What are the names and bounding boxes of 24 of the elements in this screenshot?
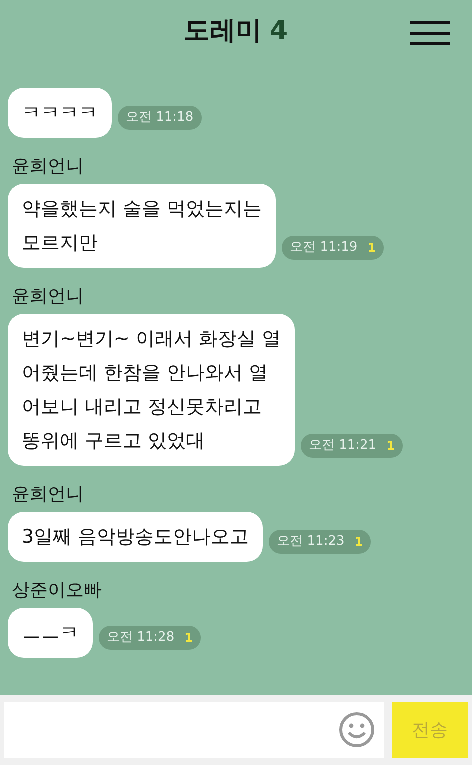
- sender-name: 윤희언니: [11, 286, 85, 308]
- sender-name: 윤희언니: [11, 156, 85, 178]
- menu-button[interactable]: [410, 18, 450, 48]
- sender-name: 윤희언니: [11, 484, 85, 506]
- unread-count: 1: [184, 630, 193, 647]
- message-bubble: 약을했는지 술을 먹었는지는 모르지만: [8, 184, 276, 268]
- message-bubble: 3일째 음악방송도안나오고: [8, 512, 264, 562]
- message-time: 오전 11:19: [290, 239, 358, 258]
- member-count: 4: [270, 14, 288, 48]
- send-button[interactable]: 전송: [392, 702, 468, 758]
- message-time: 오전 11:21: [308, 437, 377, 456]
- chat-title: 도레미: [184, 14, 262, 48]
- message-time: 오전 11:28: [107, 629, 175, 648]
- message-bubble: 변기~변기~ 이래서 화장실 열 어줬는데 한참을 안나와서 열 어보니 내리고 정신못차리고 똥위에 구르고 있었대: [8, 314, 295, 466]
- message-time: 오전 11:18: [126, 109, 194, 128]
- message-bubble: ㅋㅋㅋㅋ: [8, 88, 112, 138]
- unread-count: 1: [386, 438, 395, 455]
- unread-count: 1: [368, 240, 376, 257]
- message-bubble: ㅡㅡㅋ: [8, 608, 93, 658]
- unread-count: 1: [354, 534, 364, 551]
- message-input[interactable]: [4, 702, 384, 758]
- emoji-icon[interactable]: [338, 711, 376, 749]
- sender-name: 상준이오빠: [11, 580, 103, 602]
- message-time: 오전 11:23: [277, 533, 345, 552]
